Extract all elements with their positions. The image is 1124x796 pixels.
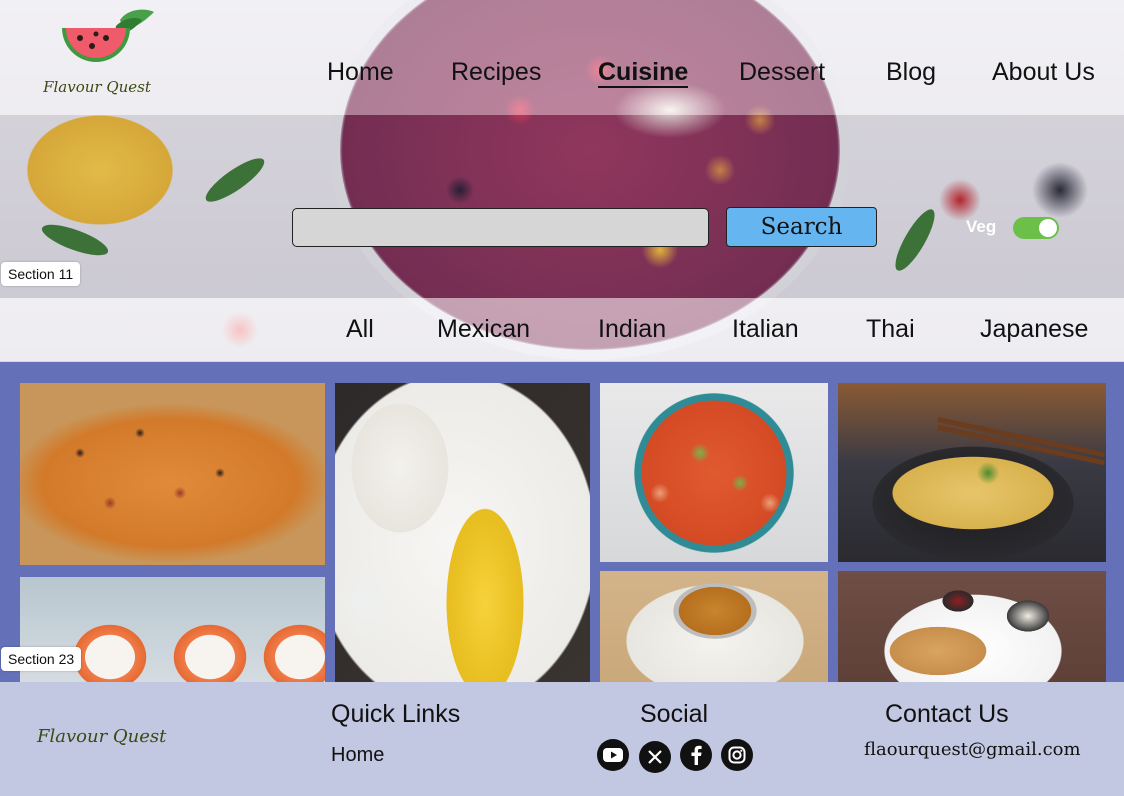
x-icon[interactable] (639, 741, 671, 773)
chopsticks-decor (937, 425, 1105, 466)
nav-recipes[interactable]: Recipes (451, 58, 541, 87)
gallery-tile-mango-sticky-rice[interactable] (335, 383, 590, 682)
nav-dessert[interactable]: Dessert (739, 58, 825, 87)
contact-heading: Contact Us (885, 700, 1009, 728)
gallery-tile-tom-yum-soup[interactable] (600, 383, 828, 562)
facebook-glyph (691, 745, 702, 765)
chopsticks-decor (937, 417, 1105, 458)
instagram-glyph (728, 746, 746, 764)
category-all[interactable]: All (346, 315, 374, 344)
category-indian[interactable]: Indian (598, 315, 666, 344)
brand-name: Flavour Quest (43, 78, 151, 96)
nav-cuisine[interactable]: Cuisine (598, 58, 689, 88)
footer-link-home[interactable]: Home (331, 744, 384, 767)
gallery-tile-paratha[interactable] (838, 571, 1106, 682)
watermelon-logo-icon (62, 9, 154, 62)
section-tag: Section 23 (1, 647, 82, 671)
hero-banner: Flavour Quest Home Recipes Cuisine Desse… (0, 0, 1124, 362)
category-bar: All Mexican Indian Italian Thai Japanese (0, 298, 1124, 361)
social-heading: Social (640, 700, 709, 728)
category-thai[interactable]: Thai (866, 315, 915, 344)
gallery-tile-noodles[interactable] (838, 383, 1106, 562)
youtube-glyph (603, 748, 623, 762)
nav-home[interactable]: Home (327, 58, 394, 87)
toggle-knob (1039, 219, 1057, 237)
nav-blog[interactable]: Blog (886, 58, 936, 87)
facebook-icon[interactable] (680, 739, 712, 771)
hero-overlay (0, 115, 1124, 298)
gallery-tile-pizza[interactable] (20, 383, 325, 565)
instagram-icon[interactable] (721, 739, 753, 771)
youtube-icon[interactable] (597, 739, 629, 771)
contact-email-link[interactable]: flaourquest@gmail.com (864, 739, 1081, 760)
brand-logo[interactable]: Flavour Quest (32, 6, 162, 106)
x-glyph (648, 750, 662, 764)
veg-toggle-label: Veg (966, 217, 997, 236)
footer-brand[interactable]: Flavour Quest (37, 726, 166, 747)
nav-about-us[interactable]: About Us (992, 58, 1095, 87)
search-input[interactable] (292, 208, 709, 247)
category-japanese[interactable]: Japanese (980, 315, 1088, 344)
cuisine-gallery (0, 362, 1124, 682)
search-button[interactable]: Search (726, 207, 877, 247)
category-mexican[interactable]: Mexican (437, 315, 530, 344)
section-tag: Section 11 (1, 262, 81, 286)
veg-toggle-switch[interactable] (1013, 217, 1059, 239)
category-italian[interactable]: Italian (732, 315, 799, 344)
footer: Flavour Quest Quick Links Home Social Co… (0, 682, 1124, 796)
quick-links-heading: Quick Links (331, 700, 461, 728)
top-nav: Flavour Quest Home Recipes Cuisine Desse… (0, 0, 1124, 115)
gallery-tile-dal-rice[interactable] (600, 571, 828, 682)
